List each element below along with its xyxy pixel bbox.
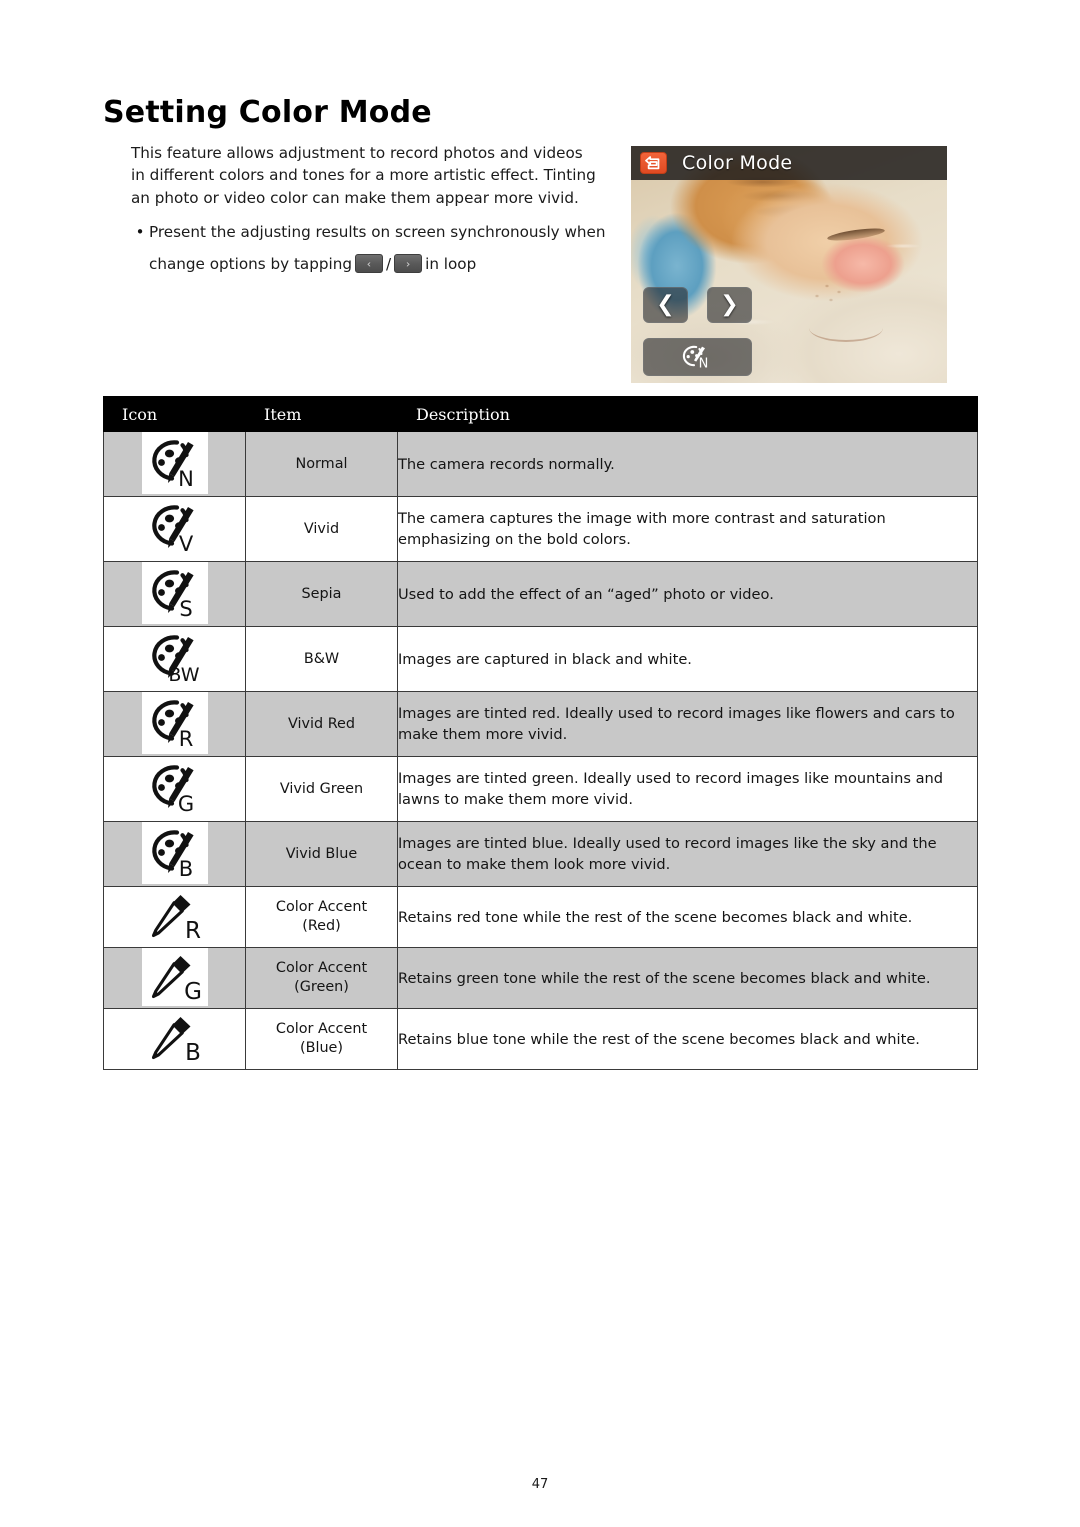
cell-item-label: B&W — [245, 626, 398, 692]
chevron-left-icon[interactable]: ‹ — [354, 254, 383, 273]
color-mode-table: Icon Item Description N Normal The camera … — [103, 396, 978, 1070]
table-row: B Vivid Blue Images are tinted blue. Ideal… — [103, 821, 978, 887]
table-row: G Color Accent (Green) Retains green tone … — [103, 947, 978, 1009]
cell-icon: BW — [103, 626, 246, 692]
cell-icon: B — [103, 1008, 246, 1070]
eyedropper-blue-icon: B — [142, 1009, 208, 1067]
svg-text:R: R — [185, 918, 201, 943]
cell-description: Used to add the effect of an “aged” phot… — [397, 561, 978, 627]
palette-vivid-green-icon: G — [142, 757, 208, 819]
camera-mode-button[interactable]: N — [643, 338, 752, 376]
bullet-text-line1: Present the adjusting results on screen … — [149, 223, 606, 241]
table-row: G Vivid Green Images are tinted green. Ide… — [103, 756, 978, 822]
bullet-line2-suffix: in loop — [425, 254, 477, 273]
table-row: R Color Accent (Red) Retains red tone whil… — [103, 886, 978, 948]
cell-description: Retains green tone while the rest of the… — [397, 947, 978, 1009]
column-header-description: Description — [397, 396, 978, 432]
cell-description: The camera captures the image with more … — [397, 496, 978, 562]
camera-prev-button[interactable]: ❮ — [643, 287, 688, 323]
eyedropper-red-icon: R — [142, 887, 208, 945]
cell-item-label: Vivid Red — [245, 691, 398, 757]
page-number: 47 — [531, 1477, 549, 1492]
chevron-left-icon: ❮ — [656, 292, 675, 317]
palette-vivid-icon: V — [142, 497, 208, 559]
svg-text:BW: BW — [168, 664, 199, 686]
cat-mouth — [809, 314, 883, 342]
cell-icon: S — [103, 561, 246, 627]
table-row: B Color Accent (Blue) Retains blue tone wh… — [103, 1008, 978, 1070]
chevron-left-glyph: ‹ — [366, 257, 372, 270]
cell-description: Images are tinted red. Ideally used to r… — [397, 691, 978, 757]
cell-item-label: Color Accent (Blue) — [245, 1008, 398, 1070]
svg-text:S: S — [179, 597, 192, 621]
table-header-row: Icon Item Description — [103, 396, 978, 432]
palette-bw-icon: BW — [142, 627, 208, 689]
cell-icon: V — [103, 496, 246, 562]
svg-text:V: V — [178, 532, 193, 556]
table-row: V Vivid The camera captures the image with… — [103, 496, 978, 562]
svg-text:G: G — [184, 979, 202, 1004]
table-row: R Vivid Red Images are tinted red. Ideally… — [103, 691, 978, 757]
column-header-item: Item — [245, 396, 398, 432]
palette-normal-icon: N — [682, 345, 708, 372]
column-header-icon: Icon — [103, 396, 246, 432]
cell-description: Retains blue tone while the rest of the … — [397, 1008, 978, 1070]
palette-sepia-icon: S — [141, 562, 208, 624]
cell-item-label: Vivid Blue — [245, 821, 398, 887]
svg-text:R: R — [178, 727, 193, 751]
bullet-text-line2: change options by tapping ‹ / › in loop — [149, 254, 611, 273]
cell-item-label: Normal — [245, 431, 398, 497]
table-row: S Sepia Used to add the effect of an “aged… — [103, 561, 978, 627]
intro-paragraph: This feature allows adjustment to record… — [131, 144, 596, 207]
camera-preview-screenshot: Color Mode ❮ ❯ N — [631, 146, 947, 383]
svg-text:G: G — [177, 792, 193, 816]
palette-vivid-blue-icon: B — [141, 822, 208, 884]
chevron-right-icon[interactable]: › — [394, 254, 423, 273]
svg-text:N: N — [178, 467, 194, 491]
cell-icon: R — [103, 691, 246, 757]
bullet-separator: / — [385, 254, 392, 273]
cell-description: Images are tinted green. Ideally used to… — [397, 756, 978, 822]
cell-item-label: Vivid Green — [245, 756, 398, 822]
table-row: BW B&W Images are captured in black and wh… — [103, 626, 978, 692]
svg-text:N: N — [698, 357, 708, 372]
cell-icon: N — [103, 431, 246, 497]
palette-vivid-red-icon: R — [141, 692, 208, 754]
cell-item-label: Color Accent (Green) — [245, 947, 398, 1009]
list-item: • Present the adjusting results on scree… — [131, 222, 611, 243]
cell-description: Retains red tone while the rest of the s… — [397, 886, 978, 948]
chevron-right-glyph: › — [405, 257, 411, 270]
chevron-right-icon: ❯ — [720, 292, 739, 317]
cell-icon: B — [103, 821, 246, 887]
intro-block: This feature allows adjustment to record… — [131, 142, 601, 209]
cell-item-label: Color Accent (Red) — [245, 886, 398, 948]
eyedropper-green-icon: G — [141, 948, 208, 1006]
svg-text:B: B — [178, 857, 192, 881]
table-row: N Normal The camera records normally. — [103, 431, 978, 497]
bullet-marker: • — [135, 223, 145, 241]
camera-screen-title: Color Mode — [682, 152, 793, 174]
cell-item-label: Vivid — [245, 496, 398, 562]
palette-normal-icon: N — [141, 432, 208, 494]
camera-next-button[interactable]: ❯ — [707, 287, 752, 323]
cell-description: The camera records normally. — [397, 431, 978, 497]
page-title: Setting Color Mode — [103, 95, 432, 130]
cell-description: Images are captured in black and white. — [397, 626, 978, 692]
cell-icon: R — [103, 886, 246, 948]
bullet-list: • Present the adjusting results on scree… — [131, 222, 611, 273]
cell-description: Images are tinted blue. Ideally used to … — [397, 821, 978, 887]
return-arrow-icon[interactable] — [640, 152, 667, 174]
svg-text:B: B — [185, 1040, 201, 1065]
bullet-line2-prefix: change options by tapping — [149, 254, 352, 273]
camera-header-bar: Color Mode — [631, 146, 947, 180]
cell-icon: G — [103, 756, 246, 822]
cat-eye — [826, 226, 886, 243]
cell-icon: G — [103, 947, 246, 1009]
cell-item-label: Sepia — [245, 561, 398, 627]
